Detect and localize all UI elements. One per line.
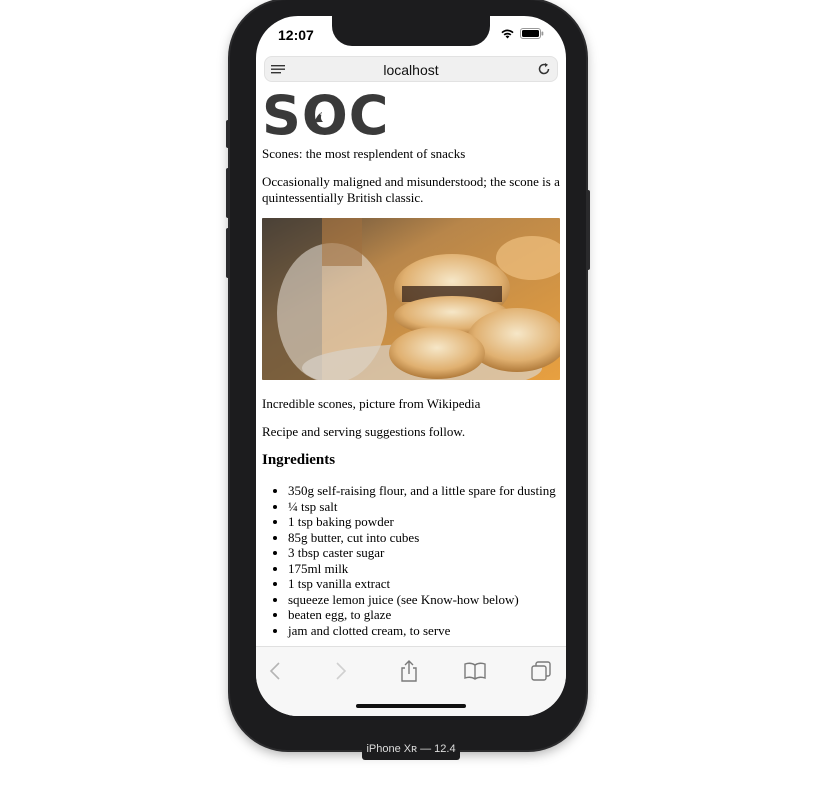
url-text[interactable]: localhost: [265, 62, 557, 78]
home-indicator[interactable]: [356, 704, 466, 708]
phone-screen: 12:07 localhost SOC Scones: the most res…: [256, 16, 566, 716]
back-button[interactable]: [262, 659, 288, 683]
wifi-icon: [501, 29, 514, 39]
web-content: SOC Scones: the most resplendent of snac…: [262, 86, 560, 650]
notch: [332, 16, 490, 46]
ingredient-item: 3 tbsp caster sugar: [288, 545, 560, 561]
forward-button[interactable]: [328, 659, 354, 683]
ingredient-item: beaten egg, to glaze: [288, 607, 560, 623]
intro-paragraph: Occasionally maligned and misunderstood;…: [262, 174, 560, 205]
reload-icon[interactable]: [537, 62, 551, 81]
ingredient-item: 85g butter, cut into cubes: [288, 530, 560, 546]
logo-bird-icon: [314, 112, 323, 123]
ingredient-item: jam and clotted cream, to serve: [288, 623, 560, 639]
back-chevron-icon: [269, 662, 280, 680]
battery-icon: [520, 28, 544, 39]
ingredient-item: squeeze lemon juice (see Know-how below): [288, 592, 560, 608]
bookmarks-button[interactable]: [462, 659, 488, 683]
image-caption: Incredible scones, picture from Wikipedi…: [262, 396, 481, 411]
ingredient-item: ¼ tsp salt: [288, 499, 560, 515]
share-icon: [401, 660, 417, 682]
scones-photo: [262, 218, 560, 380]
address-bar[interactable]: localhost: [264, 56, 558, 82]
follow-text: Recipe and serving suggestions follow.: [262, 424, 466, 439]
site-logo[interactable]: SOC: [262, 86, 560, 146]
status-icons: [500, 28, 544, 39]
share-button[interactable]: [396, 659, 422, 683]
mute-switch: [226, 120, 230, 148]
tagline: Scones: the most resplendent of snacks: [262, 146, 466, 161]
volume-down-button: [226, 228, 230, 278]
tabs-icon: [531, 661, 551, 681]
ingredient-item: 175ml milk: [288, 561, 560, 577]
tabs-button[interactable]: [528, 659, 554, 683]
power-button: [586, 190, 590, 270]
browser-toolbar: [256, 646, 566, 716]
forward-chevron-icon: [336, 662, 347, 680]
volume-up-button: [226, 168, 230, 218]
ingredient-item: 1 tsp baking powder: [288, 514, 560, 530]
ingredient-item: 350g self-raising flour, and a little sp…: [288, 483, 560, 499]
ingredients-list: 350g self-raising flour, and a little sp…: [262, 483, 560, 638]
device-label: iPhone Xʀ — 12.4: [362, 738, 460, 760]
ingredient-item: 1 tsp vanilla extract: [288, 576, 560, 592]
status-time: 12:07: [278, 27, 314, 43]
ingredients-heading: Ingredients: [262, 452, 336, 468]
bookmarks-icon: [464, 662, 486, 680]
